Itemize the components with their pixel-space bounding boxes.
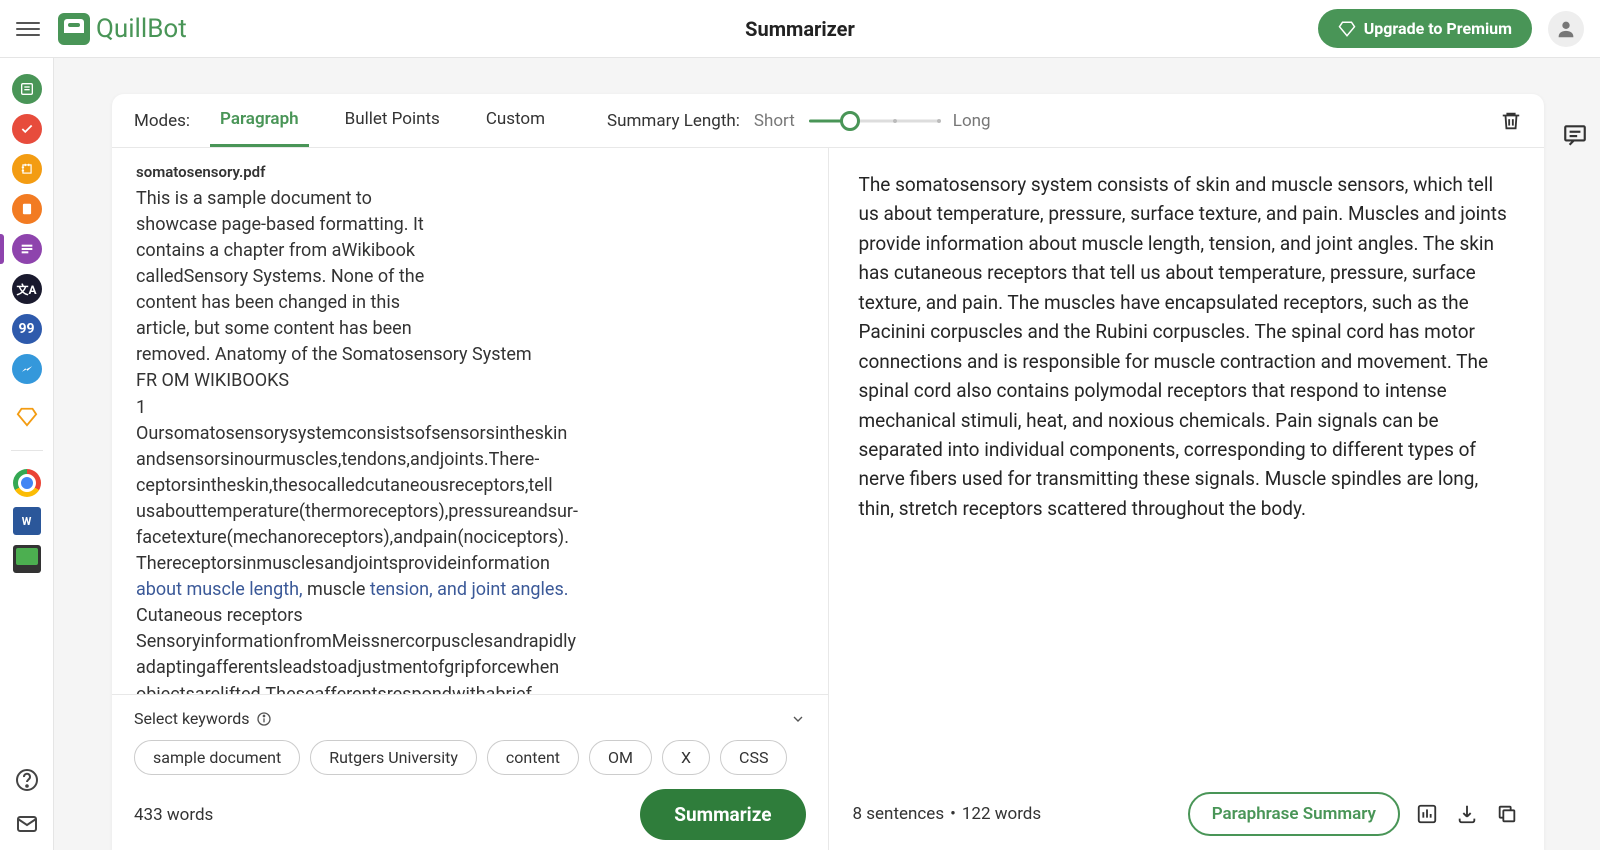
modes-label: Modes: [134,111,190,131]
upgrade-button[interactable]: Upgrade to Premium [1318,9,1532,48]
page-title: Summarizer [745,17,855,41]
output-text[interactable]: The somatosensory system consists of ski… [829,148,1545,545]
logo-text: QuillBot [96,14,187,44]
chevron-down-icon[interactable] [790,711,806,727]
sidebar-chrome-icon[interactable] [13,469,41,497]
right-rail [1552,58,1600,850]
input-body: This is a sample document to showcase pa… [136,186,804,694]
length-long: Long [953,111,991,131]
chip-2[interactable]: content [487,740,579,775]
keywords-label: Select keywords [134,709,250,728]
summarize-button[interactable]: Summarize [640,789,805,840]
sidebar-mail-icon[interactable] [13,810,41,838]
logo[interactable]: QuillBot [58,13,187,45]
input-filename: somatosensory.pdf [136,162,804,184]
input-link-1[interactable]: about muscle length, [136,579,303,600]
person-icon [1555,18,1577,40]
output-footer: 8 sentences • 122 words Paraphrase Summa… [829,792,1545,850]
chip-3[interactable]: OM [589,740,652,775]
length-label: Summary Length: [607,111,740,131]
info-icon [256,711,272,727]
diamond-icon [1338,20,1356,38]
chip-5[interactable]: CSS [720,740,787,775]
sidebar-translator-icon[interactable]: 文A [12,274,42,304]
sidebar-cowriter-icon[interactable] [12,194,42,224]
left-sidebar: 文A 99 W [0,58,54,850]
sidebar-grammar-icon[interactable] [12,114,42,144]
length-slider[interactable] [809,118,939,124]
input-footer: Select keywords sample document Rutgers … [112,694,828,850]
sidebar-flow-icon[interactable] [12,354,42,384]
sidebar-help-icon[interactable] [13,766,41,794]
output-sentence-count: 8 sentences [853,804,945,824]
summary-length-group: Summary Length: Short Long [607,111,991,131]
input-word-count: 433 words [134,805,213,825]
sidebar-plagiarism-icon[interactable] [12,154,42,184]
top-header: QuillBot Summarizer Upgrade to Premium [0,0,1600,58]
stats-icon[interactable] [1414,801,1440,827]
paraphrase-button[interactable]: Paraphrase Summary [1188,792,1400,836]
copy-icon[interactable] [1494,801,1520,827]
sidebar-word-icon[interactable]: W [13,507,41,535]
length-short: Short [754,111,795,131]
mode-tab-custom[interactable]: Custom [476,94,555,147]
mode-tab-paragraph[interactable]: Paragraph [210,94,309,147]
input-text-area[interactable]: somatosensory.pdf This is a sample docum… [112,148,828,694]
modes-bar: Modes: Paragraph Bullet Points Custom Su… [112,94,1544,148]
main-card: Modes: Paragraph Bullet Points Custom Su… [112,94,1544,850]
sidebar-macos-icon[interactable] [13,545,41,573]
account-avatar[interactable] [1548,11,1584,47]
mode-tab-bullet[interactable]: Bullet Points [335,94,450,147]
sidebar-paraphraser-icon[interactable] [12,74,42,104]
slider-thumb[interactable] [840,111,860,131]
download-icon[interactable] [1454,801,1480,827]
sidebar-separator [11,450,43,451]
logo-mark-icon [58,13,90,45]
keywords-header[interactable]: Select keywords [134,709,806,728]
keyword-chips: sample document Rutgers University conte… [134,740,806,775]
delete-icon[interactable] [1500,110,1522,132]
menu-icon[interactable] [16,17,40,41]
sidebar-premium-icon[interactable] [12,402,42,432]
stats-separator: • [950,804,956,824]
input-link-2[interactable]: tension, and joint angles. [370,579,569,600]
sidebar-summarizer-icon[interactable] [12,234,42,264]
output-word-count: 122 words [962,804,1041,824]
feedback-icon[interactable] [1562,122,1590,150]
sidebar-citation-icon[interactable]: 99 [12,314,42,344]
input-pane: somatosensory.pdf This is a sample docum… [112,148,829,850]
chip-0[interactable]: sample document [134,740,300,775]
output-pane: The somatosensory system consists of ski… [829,148,1545,850]
upgrade-label: Upgrade to Premium [1364,19,1512,38]
chip-1[interactable]: Rutgers University [310,740,477,775]
chip-4[interactable]: X [662,740,710,775]
